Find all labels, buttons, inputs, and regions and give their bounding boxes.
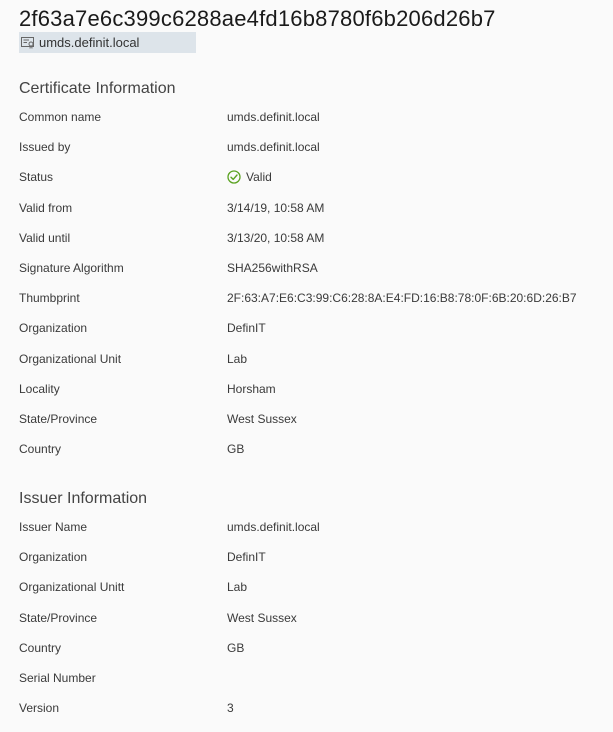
certificate-value-text: Valid [246, 170, 272, 185]
certificate-row: Organization DefinIT [19, 319, 613, 337]
certificate-field-label: Signature Algorithm [19, 261, 124, 275]
issuer-value-text: DefinIT [227, 550, 266, 565]
certificate-field-label: Status [19, 170, 54, 185]
certificate-value-text: SHA256withRSA [227, 261, 318, 275]
certificate-field-label: Valid until [19, 230, 71, 245]
certificate-row: Locality Horsham [19, 380, 613, 398]
certificate-row: State/Province West Sussex [19, 410, 613, 428]
issuer-field-value: DefinIT [227, 548, 266, 566]
certificate-row: Valid from 3/14/19, 10:58 AM [19, 199, 613, 217]
issuer-value-text: GB [227, 640, 245, 655]
certificate-row: Signature Algorithm SHA256withRSA [19, 259, 613, 277]
certificate-value-text: West Sussex [227, 412, 297, 426]
issuer-row: Organizational Unitt Lab [19, 578, 613, 596]
certificate-icon [21, 36, 35, 49]
issuer-value-text: umds.definit.local [227, 520, 320, 534]
issuer-row: Issuer Name umds.definit.local [19, 518, 613, 536]
certificate-field-value: umds.definit.local [227, 138, 320, 156]
certificate-field-label: Valid from [19, 200, 73, 215]
certificate-value-text: umds.definit.local [227, 140, 320, 155]
certificate-row: Valid until 3/13/20, 10:58 AM [19, 229, 613, 247]
check-circle-icon [227, 170, 241, 185]
certificate-field-label: State/Province [19, 412, 98, 426]
issuer-row: Serial Number [19, 669, 613, 687]
certificate-field-value: 3/13/20, 10:58 AM [227, 229, 324, 247]
issuer-value-text: West Sussex [227, 610, 297, 625]
issuer-field-label: Issuer Name [19, 520, 88, 534]
issuer-information-heading: Issuer Information [19, 490, 148, 507]
issuer-field-value: umds.definit.local [227, 518, 320, 536]
certificate-value-text: umds.definit.local [227, 110, 320, 124]
certificate-value-text: Lab [227, 351, 248, 366]
certificate-row: Country GB [19, 440, 613, 458]
issuer-field-label: Organizational Unitt [19, 580, 125, 595]
certificate-field-value: umds.definit.local [227, 108, 320, 126]
certificate-value-text: 3/14/19, 10:58 AM [227, 200, 325, 215]
certificate-field-label: Organization [19, 321, 88, 336]
issuer-field-value: Lab [227, 578, 247, 596]
issuer-row: State/Province West Sussex [19, 609, 613, 627]
issuer-value-text: 3 [227, 701, 234, 716]
certificate-row: Issued by umds.definit.local [19, 138, 613, 156]
certificate-value-text: DefinIT [227, 321, 266, 336]
issuer-field-label: Version [19, 701, 60, 716]
issuer-field-label: State/Province [19, 610, 98, 625]
certificate-field-value: Valid [227, 168, 272, 186]
certificate-value-text: 3/13/20, 10:58 AM [227, 230, 325, 245]
issuer-field-value: 3 [227, 699, 234, 717]
certificate-row: Thumbprint 2F:63:A7:E6:C3:99:C6:28:8A:E4:… [19, 289, 613, 307]
certificate-field-label: Issued by [19, 140, 71, 155]
certificate-field-label: Country [19, 442, 62, 457]
certificate-field-value: SHA256withRSA [227, 259, 318, 277]
issuer-value-text: Lab [227, 580, 248, 595]
certificate-row: Status Valid [19, 168, 613, 186]
certificate-value-text: 2F:63:A7:E6:C3:99:C6:28:8A:E4:FD:16:B8:7… [227, 291, 577, 306]
certificate-field-value: Horsham [227, 380, 276, 398]
page-title: 2f63a7e6c399c6288ae4fd16b8780f6b206d26b7 [19, 6, 496, 31]
certificate-details-panel: 2f63a7e6c399c6288ae4fd16b8780f6b206d26b7… [0, 0, 613, 732]
subtitle-label: umds.definit.local [39, 35, 140, 50]
issuer-row: Organization DefinIT [19, 548, 613, 566]
certificate-field-value: 3/14/19, 10:58 AM [227, 199, 324, 217]
certificate-field-value: Lab [227, 350, 247, 368]
certificate-row: Organizational Unit Lab [19, 350, 613, 368]
issuer-field-label: Organization [19, 550, 88, 565]
certificate-subtitle: umds.definit.local [19, 32, 196, 53]
certificate-field-label: Locality [19, 381, 60, 396]
certificate-field-value: GB [227, 440, 244, 458]
issuer-field-value: West Sussex [227, 609, 297, 627]
issuer-field-label: Country [19, 640, 62, 655]
certificate-field-value: 2F:63:A7:E6:C3:99:C6:28:8A:E4:FD:16:B8:7… [227, 289, 577, 307]
certificate-value-text: GB [227, 442, 245, 457]
issuer-row: Country GB [19, 639, 613, 657]
issuer-field-label: Serial Number [19, 671, 96, 685]
certificate-field-label: Organizational Unit [19, 351, 122, 366]
certificate-information-heading: Certificate Information [19, 80, 176, 97]
certificate-field-label: Common name [19, 110, 102, 124]
issuer-field-value: GB [227, 639, 244, 657]
certificate-field-value: West Sussex [227, 410, 297, 428]
certificate-field-label: Thumbprint [19, 291, 80, 306]
certificate-field-value: DefinIT [227, 319, 266, 337]
certificate-row: Common name umds.definit.local [19, 108, 613, 126]
issuer-row: Version 3 [19, 699, 613, 717]
certificate-value-text: Horsham [227, 381, 276, 396]
